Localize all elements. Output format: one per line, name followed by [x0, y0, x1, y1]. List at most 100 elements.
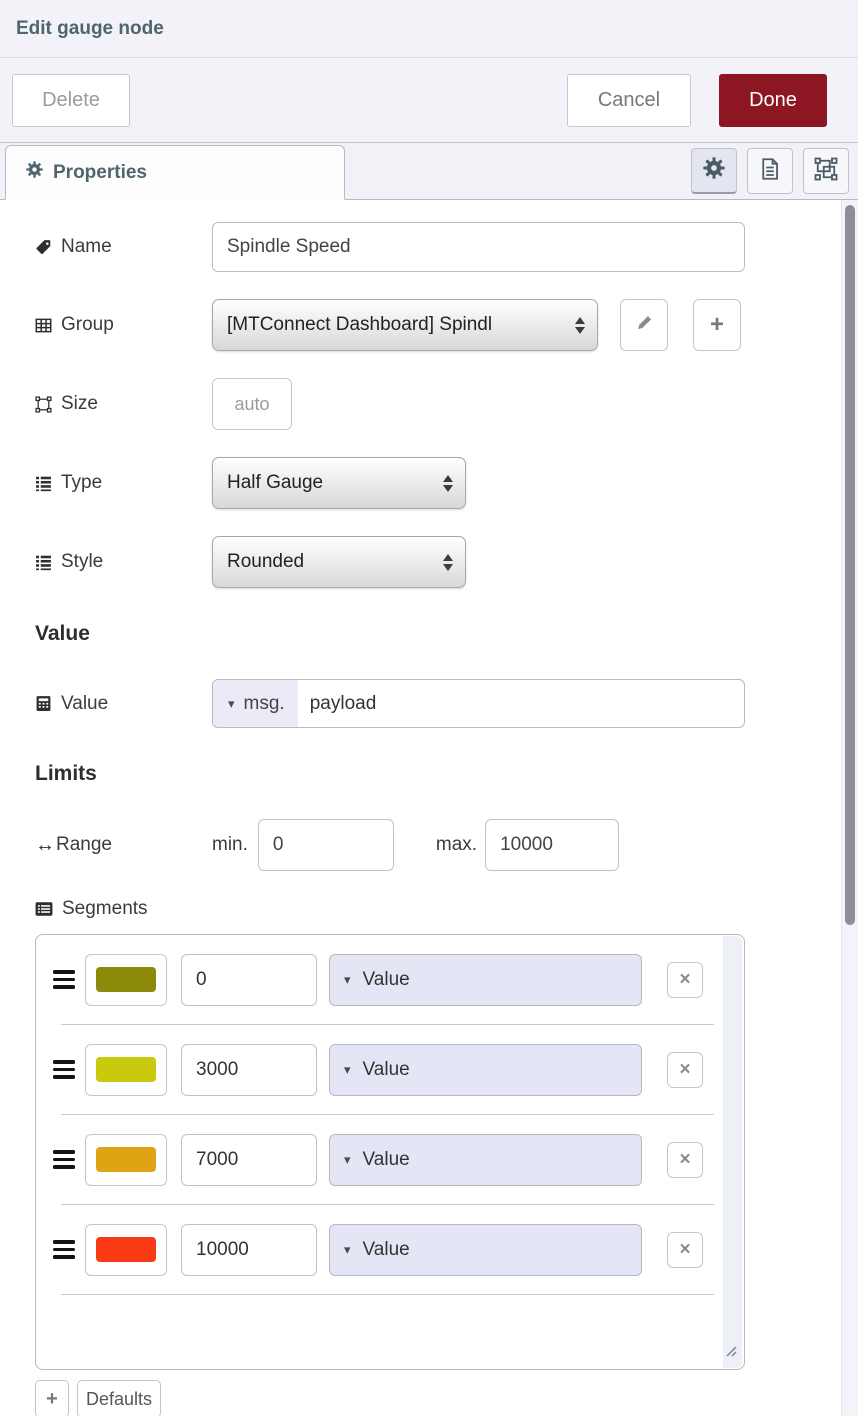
add-segment-button[interactable]: + [35, 1380, 69, 1416]
gear-icon [703, 157, 725, 184]
remove-segment-button[interactable]: × [667, 962, 703, 998]
size-auto-button[interactable]: auto [212, 378, 292, 430]
caret-down-icon: ▾ [344, 1242, 351, 1258]
properties-tool-button[interactable] [691, 148, 737, 194]
segment-mode-dropdown[interactable]: ▾ Value [329, 954, 642, 1006]
description-tool-button[interactable] [747, 148, 793, 194]
appearance-tool-button[interactable] [803, 148, 849, 194]
list-icon [35, 475, 52, 492]
size-row: Size auto [35, 378, 745, 430]
range-max-label: max. [436, 834, 477, 856]
name-label: Name [35, 236, 212, 258]
range-max-input[interactable] [485, 819, 619, 871]
document-icon [758, 157, 782, 186]
edit-group-button[interactable] [620, 299, 668, 351]
resize-grip-icon[interactable] [722, 1342, 737, 1362]
plus-icon: + [710, 313, 724, 337]
group-label: Group [35, 314, 212, 336]
segment-color-button[interactable] [85, 1224, 167, 1276]
remove-segment-button[interactable]: × [667, 1142, 703, 1178]
drag-handle-icon[interactable] [53, 1150, 75, 1169]
segment-value-input[interactable] [181, 1134, 317, 1186]
value-typed-input: ▾ msg. [212, 679, 745, 728]
segments-scrollbar-track[interactable] [723, 936, 742, 1368]
value-label: Value [35, 693, 212, 715]
style-select[interactable]: Rounded [212, 536, 466, 588]
pencil-icon [636, 314, 653, 336]
range-min-input[interactable] [258, 819, 394, 871]
segments-label: Segments [35, 898, 212, 920]
add-group-button[interactable]: + [693, 299, 741, 351]
segments-label-row: Segments [35, 898, 745, 920]
close-icon: × [679, 1149, 690, 1171]
select-arrows-icon [443, 475, 453, 492]
range-label: ↔ Range [35, 834, 212, 857]
range-min-label: min. [212, 834, 248, 856]
panel-scrollbar-track[interactable] [841, 200, 858, 1416]
table-icon [35, 317, 52, 334]
segment-mode-dropdown[interactable]: ▾ Value [329, 1224, 642, 1276]
remove-segment-button[interactable]: × [667, 1232, 703, 1268]
size-frame-icon [35, 396, 52, 413]
value-type-selector[interactable]: ▾ msg. [213, 680, 298, 727]
caret-down-icon: ▾ [344, 1062, 351, 1078]
list-icon [35, 554, 52, 571]
tab-properties-label: Properties [53, 162, 147, 184]
segment-mode-dropdown[interactable]: ▾ Value [329, 1044, 642, 1096]
properties-panel: Name Group [MTConnect Dashboard] Spindl [0, 200, 858, 1416]
segment-mode-dropdown[interactable]: ▾ Value [329, 1134, 642, 1186]
segment-color-button[interactable] [85, 1044, 167, 1096]
type-row: Type Half Gauge [35, 457, 745, 509]
range-row: ↔ Range min. max. [35, 819, 745, 871]
calculator-icon [35, 695, 52, 712]
tab-tools [691, 148, 849, 194]
dialog-title: Edit gauge node [16, 18, 164, 40]
segment-row: ▾ Value × [36, 1115, 744, 1204]
defaults-button[interactable]: Defaults [77, 1380, 161, 1416]
tab-bar: Properties [0, 143, 858, 200]
done-button[interactable]: Done [719, 74, 827, 127]
segments-rows: ▾ Value × ▾ Value × [36, 935, 744, 1295]
tag-icon [35, 239, 52, 256]
name-input[interactable] [212, 222, 745, 272]
drag-handle-icon[interactable] [53, 1240, 75, 1259]
name-row: Name [35, 222, 745, 272]
limits-section-title: Limits [35, 762, 745, 786]
segment-color-button[interactable] [85, 954, 167, 1006]
segment-value-input[interactable] [181, 1224, 317, 1276]
panel-scrollbar-thumb[interactable] [845, 205, 855, 925]
cancel-button[interactable]: Cancel [567, 74, 691, 127]
gear-icon [26, 161, 43, 184]
close-icon: × [679, 1239, 690, 1261]
select-arrows-icon [443, 554, 453, 571]
drag-handle-icon[interactable] [53, 970, 75, 989]
segment-value-input[interactable] [181, 1044, 317, 1096]
arrows-horizontal-icon: ↔ [35, 834, 55, 857]
segments-footer: + Defaults [35, 1380, 745, 1416]
caret-down-icon: ▾ [228, 696, 235, 712]
segment-color-swatch [96, 967, 156, 992]
value-property-input[interactable] [298, 693, 744, 715]
tab-properties[interactable]: Properties [5, 145, 345, 200]
action-bar: Delete Cancel Done [0, 58, 858, 143]
style-label: Style [35, 551, 212, 573]
delete-button[interactable]: Delete [12, 74, 130, 127]
type-select[interactable]: Half Gauge [212, 457, 466, 509]
segment-color-button[interactable] [85, 1134, 167, 1186]
close-icon: × [679, 1059, 690, 1081]
group-row: Group [MTConnect Dashboard] Spindl + [35, 299, 745, 351]
group-select[interactable]: [MTConnect Dashboard] Spindl [212, 299, 598, 351]
segments-list: ▾ Value × ▾ Value × [35, 934, 745, 1370]
dialog-header: Edit gauge node [0, 0, 858, 58]
size-label: Size [35, 393, 212, 415]
segment-value-input[interactable] [181, 954, 317, 1006]
appearance-icon [814, 157, 838, 186]
segment-color-swatch [96, 1147, 156, 1172]
segment-row: ▾ Value × [36, 935, 744, 1024]
drag-handle-icon[interactable] [53, 1060, 75, 1079]
remove-segment-button[interactable]: × [667, 1052, 703, 1088]
segment-row: ▾ Value × [36, 1025, 744, 1114]
caret-down-icon: ▾ [344, 1152, 351, 1168]
value-section-title: Value [35, 622, 745, 646]
segment-color-swatch [96, 1237, 156, 1262]
